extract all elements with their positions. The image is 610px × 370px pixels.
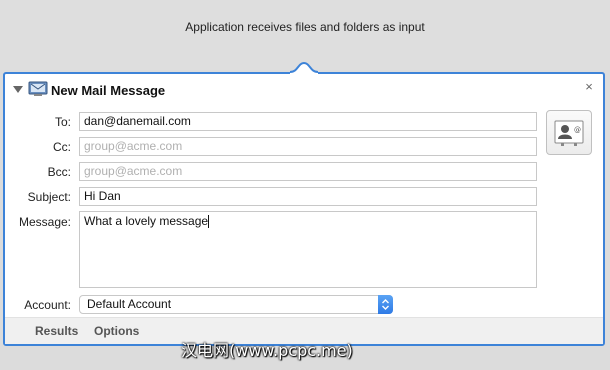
bcc-field[interactable]: group@acme.com [79,162,537,181]
watermark: 汉电网(www.pcpc.me) [181,341,353,360]
address-card-icon: @ [554,120,584,146]
text-caret [208,215,210,229]
close-icon[interactable]: × [582,80,596,94]
tab-results[interactable]: Results [35,324,78,338]
address-book-button[interactable]: @ [546,110,592,155]
workflow-input-banner: Application receives files and folders a… [0,0,610,70]
cc-label: Cc: [53,140,71,154]
mail-app-icon [28,81,48,96]
connector-notch [290,62,318,78]
banner-text: Application receives files and folders a… [185,20,425,34]
account-label: Account: [24,298,71,312]
account-value: Default Account [87,297,172,311]
action-title: New Mail Message [51,83,166,98]
svg-text:@: @ [574,126,581,134]
message-label: Message: [18,215,71,229]
account-popup[interactable]: Default Account [79,295,393,314]
message-textarea[interactable]: What a lovely message [79,211,537,288]
popup-arrows-icon [378,295,393,314]
bcc-label: Bcc: [47,165,71,179]
new-mail-message-action: New Mail Message × To: dan@danemail.com … [3,72,605,346]
subject-label: Subject: [27,190,71,204]
to-label: To: [54,115,71,129]
subject-field[interactable]: Hi Dan [79,187,537,206]
to-field[interactable]: dan@danemail.com [79,112,537,131]
message-text: What a lovely message [84,214,209,228]
cc-field[interactable]: group@acme.com [79,137,537,156]
tab-options[interactable]: Options [94,324,139,338]
disclosure-triangle-icon[interactable] [13,86,23,93]
